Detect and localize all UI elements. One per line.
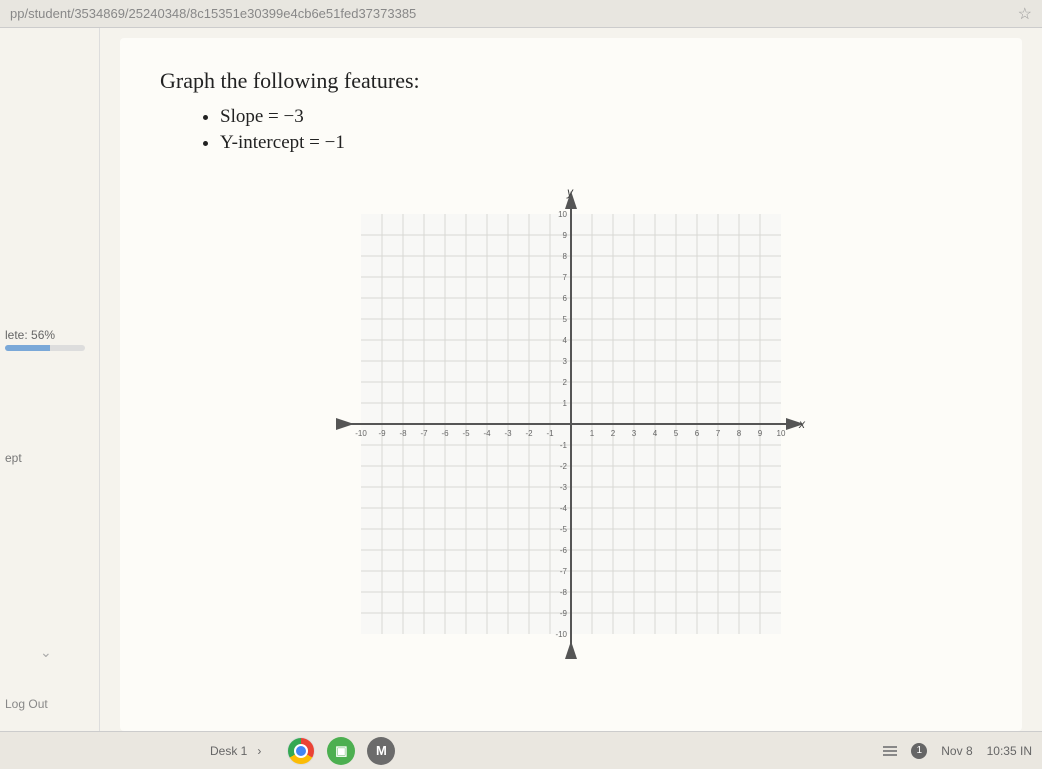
progress-bar <box>5 345 85 351</box>
svg-text:7: 7 <box>716 429 721 438</box>
coordinate-graph[interactable]: x y -10 -9 -8 -7 -6 -5 -4 -3 -2 -1 1 2 3 4 5 6 7 8 9… <box>331 184 811 664</box>
date-label[interactable]: Nov 8 <box>941 744 972 758</box>
svg-text:4: 4 <box>653 429 658 438</box>
feature-list: Slope = −3 Y-intercept = −1 <box>220 106 982 154</box>
y-axis-label: y <box>566 185 574 199</box>
url-bar[interactable]: pp/student/3534869/25240348/8c15351e3039… <box>0 0 1042 28</box>
svg-text:-3: -3 <box>560 483 568 492</box>
chevron-down-icon[interactable]: ⌄ <box>40 644 52 661</box>
desk-label[interactable]: Desk 1 › <box>210 744 261 758</box>
logout-link[interactable]: Log Out <box>5 697 48 711</box>
svg-text:-7: -7 <box>560 567 568 576</box>
svg-text:-6: -6 <box>441 429 449 438</box>
svg-text:-8: -8 <box>560 588 568 597</box>
menu-icon[interactable] <box>883 746 897 756</box>
svg-text:3: 3 <box>632 429 637 438</box>
progress-label: lete: 56% <box>5 328 94 351</box>
svg-text:8: 8 <box>737 429 742 438</box>
svg-text:-5: -5 <box>560 525 568 534</box>
svg-text:-8: -8 <box>399 429 407 438</box>
svg-text:3: 3 <box>563 357 568 366</box>
graph-svg[interactable]: x y -10 -9 -8 -7 -6 -5 -4 -3 -2 -1 1 2 3 4 5 6 7 8 9… <box>331 184 811 664</box>
complete-text: lete: 56% <box>5 328 55 342</box>
taskbar-right: 1 Nov 8 10:35 IN <box>883 743 1032 759</box>
svg-text:4: 4 <box>563 336 568 345</box>
question-title: Graph the following features: <box>160 68 982 94</box>
svg-text:10: 10 <box>777 429 786 438</box>
app-icon[interactable]: ▣ <box>327 737 355 765</box>
progress-fill <box>5 345 50 351</box>
svg-text:5: 5 <box>674 429 679 438</box>
svg-text:-9: -9 <box>378 429 386 438</box>
svg-text:-2: -2 <box>525 429 533 438</box>
bookmark-star-icon[interactable]: ☆ <box>1018 4 1032 24</box>
svg-text:-4: -4 <box>483 429 491 438</box>
svg-text:2: 2 <box>611 429 616 438</box>
m-app-icon[interactable]: M <box>367 737 395 765</box>
svg-text:8: 8 <box>563 252 568 261</box>
svg-text:7: 7 <box>563 273 568 282</box>
svg-text:9: 9 <box>758 429 763 438</box>
svg-text:5: 5 <box>563 315 568 324</box>
list-item: Slope = −3 <box>220 106 982 128</box>
main-area: lete: 56% ept ⌄ Log Out Graph the follow… <box>0 28 1042 731</box>
chevron-right-icon: › <box>257 744 261 758</box>
svg-text:6: 6 <box>563 294 568 303</box>
svg-text:-1: -1 <box>546 429 554 438</box>
svg-text:2: 2 <box>563 378 568 387</box>
sidebar-ept-label[interactable]: ept <box>5 451 94 465</box>
x-axis-label: x <box>798 417 806 431</box>
list-item: Y-intercept = −1 <box>220 132 982 154</box>
taskbar: Desk 1 › ▣ M 1 Nov 8 10:35 IN <box>0 731 1042 769</box>
sidebar: lete: 56% ept ⌄ Log Out <box>0 28 100 731</box>
svg-text:-10: -10 <box>555 630 567 639</box>
svg-text:10: 10 <box>558 210 567 219</box>
svg-text:1: 1 <box>563 399 568 408</box>
svg-text:-6: -6 <box>560 546 568 555</box>
notification-badge[interactable]: 1 <box>911 743 927 759</box>
content-panel: Graph the following features: Slope = −3… <box>120 38 1022 731</box>
svg-text:-7: -7 <box>420 429 428 438</box>
svg-text:-4: -4 <box>560 504 568 513</box>
svg-text:-1: -1 <box>560 441 568 450</box>
chrome-icon[interactable] <box>287 737 315 765</box>
svg-text:1: 1 <box>590 429 595 438</box>
svg-text:-10: -10 <box>355 429 367 438</box>
svg-text:-3: -3 <box>504 429 512 438</box>
time-label[interactable]: 10:35 IN <box>987 744 1032 758</box>
svg-text:-2: -2 <box>560 462 568 471</box>
svg-text:-9: -9 <box>560 609 568 618</box>
svg-text:-5: -5 <box>462 429 470 438</box>
svg-text:9: 9 <box>563 231 568 240</box>
svg-text:6: 6 <box>695 429 700 438</box>
url-text: pp/student/3534869/25240348/8c15351e3039… <box>10 6 1018 21</box>
